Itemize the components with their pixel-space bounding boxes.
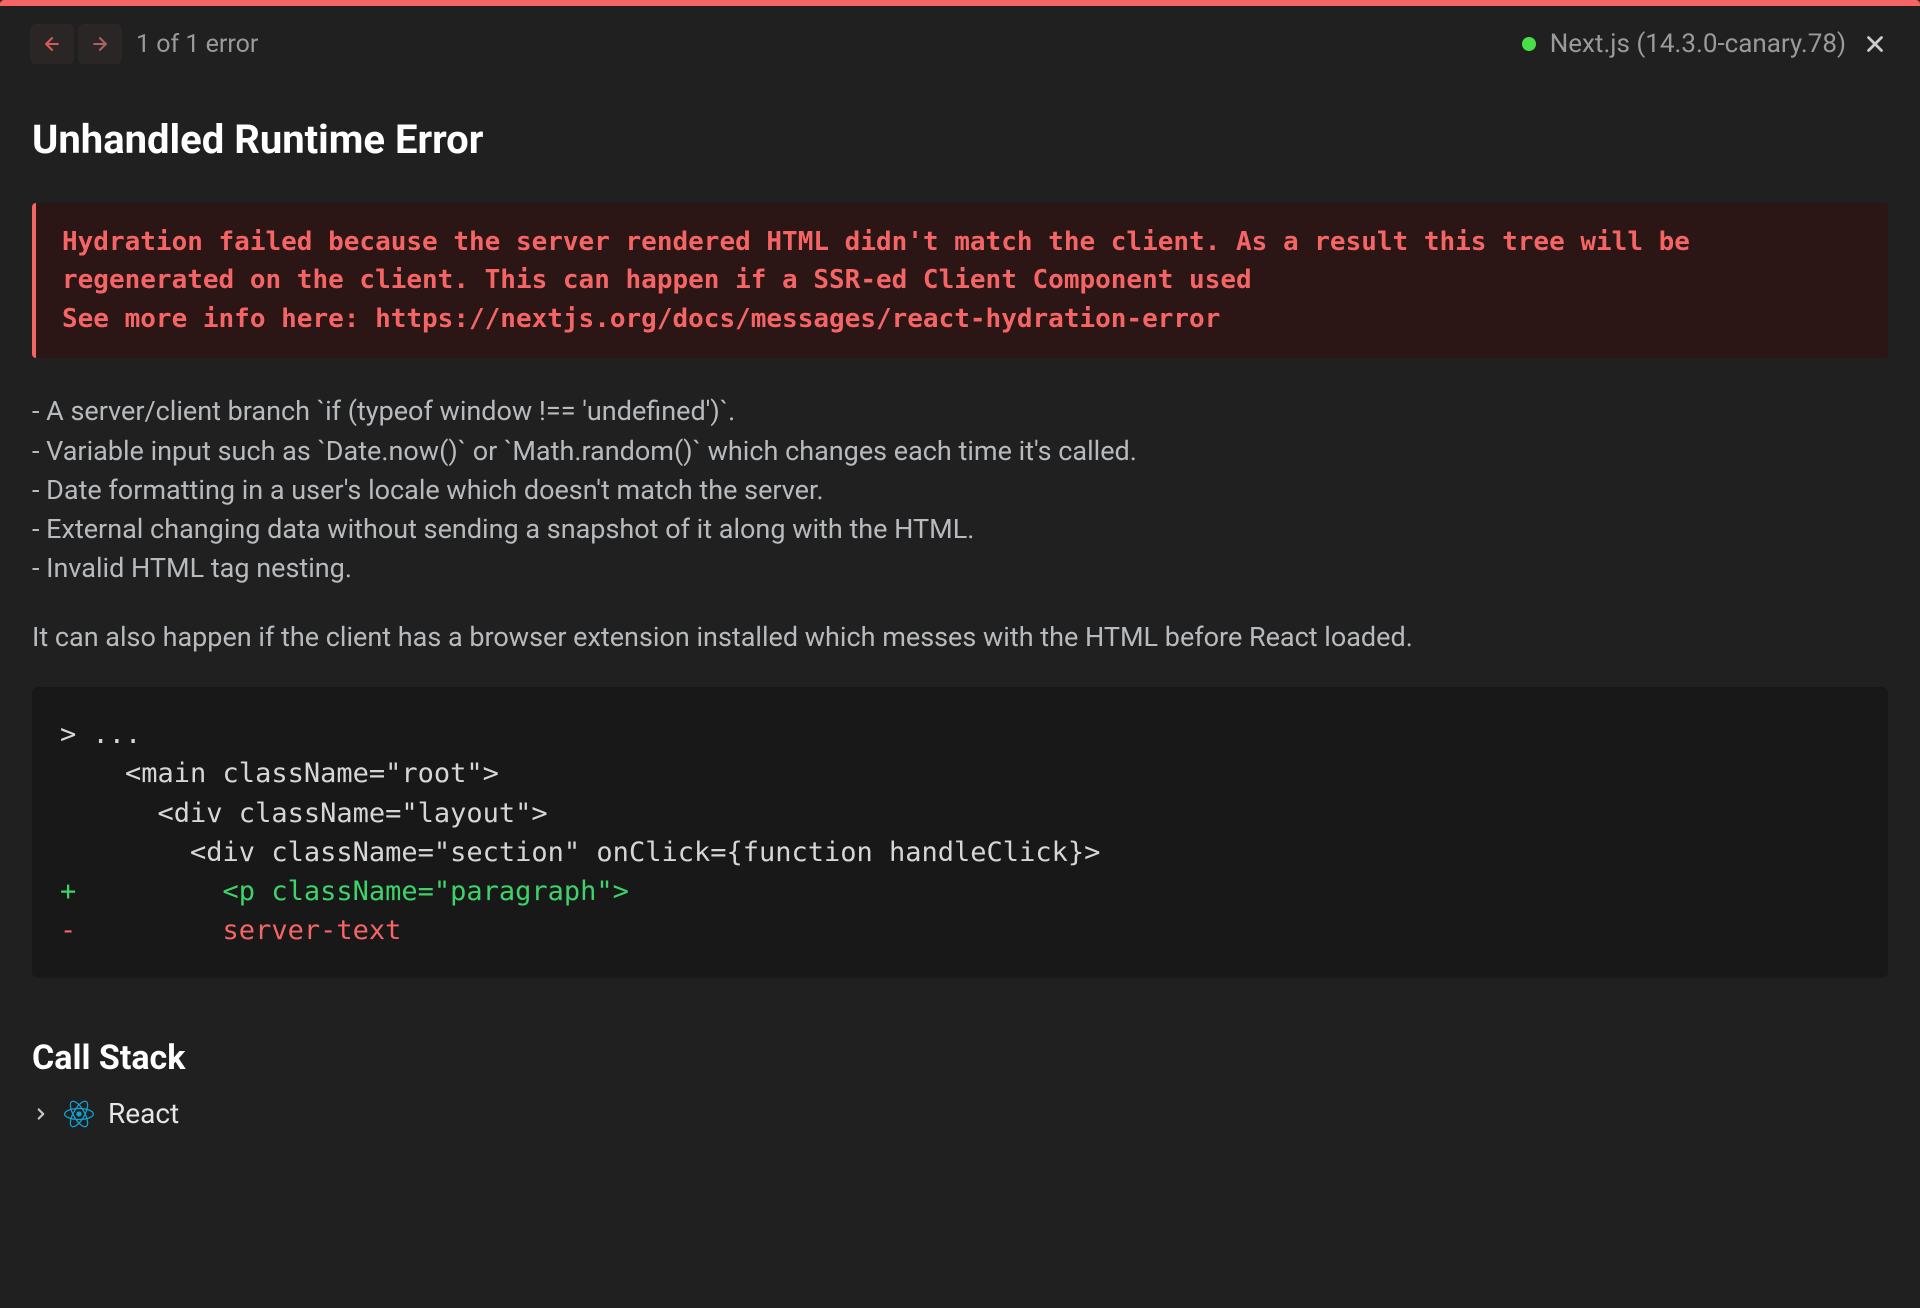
diff-line: > ... [60,715,1860,754]
error-count-label: 1 of 1 error [136,30,258,59]
diff-line: - server-text [60,911,1860,950]
callstack-frame-label: React [108,1097,179,1130]
overlay-toolbar: 1 of 1 error Next.js (14.3.0-canary.78) [0,6,1920,76]
toolbar-right: Next.js (14.3.0-canary.78) [1522,29,1890,59]
extension-note: It can also happen if the client has a b… [32,618,1888,657]
hydration-diff-box: > ... <main className="root"> <div class… [32,687,1888,978]
chevron-right-icon [32,1096,50,1131]
close-button[interactable] [1860,29,1890,59]
callstack-heading: Call Stack [32,1038,1888,1078]
causes-list: - A server/client branch `if (typeof win… [32,392,1888,588]
error-nav-buttons [30,24,122,64]
diff-line: <main className="root"> [60,754,1860,793]
arrow-right-icon [90,34,110,54]
react-icon [64,1099,94,1129]
overlay-body: Unhandled Runtime Error Hydration failed… [0,76,1920,1171]
diff-line: <div className="layout"> [60,794,1860,833]
status-dot-icon [1522,37,1536,51]
diff-line: <div className="section" onClick={functi… [60,833,1860,872]
previous-error-button[interactable] [30,24,74,64]
error-title: Unhandled Runtime Error [32,116,1888,163]
arrow-left-icon [42,34,62,54]
error-overlay-dialog: 1 of 1 error Next.js (14.3.0-canary.78) … [0,0,1920,1308]
framework-version-label: Next.js (14.3.0-canary.78) [1550,29,1846,59]
toolbar-left: 1 of 1 error [30,24,258,64]
diff-line: + <p className="paragraph"> [60,872,1860,911]
next-error-button[interactable] [78,24,122,64]
close-icon [1862,31,1888,57]
callstack-frame-row[interactable]: React [32,1096,1888,1131]
error-message-banner: Hydration failed because the server rend… [32,203,1888,358]
